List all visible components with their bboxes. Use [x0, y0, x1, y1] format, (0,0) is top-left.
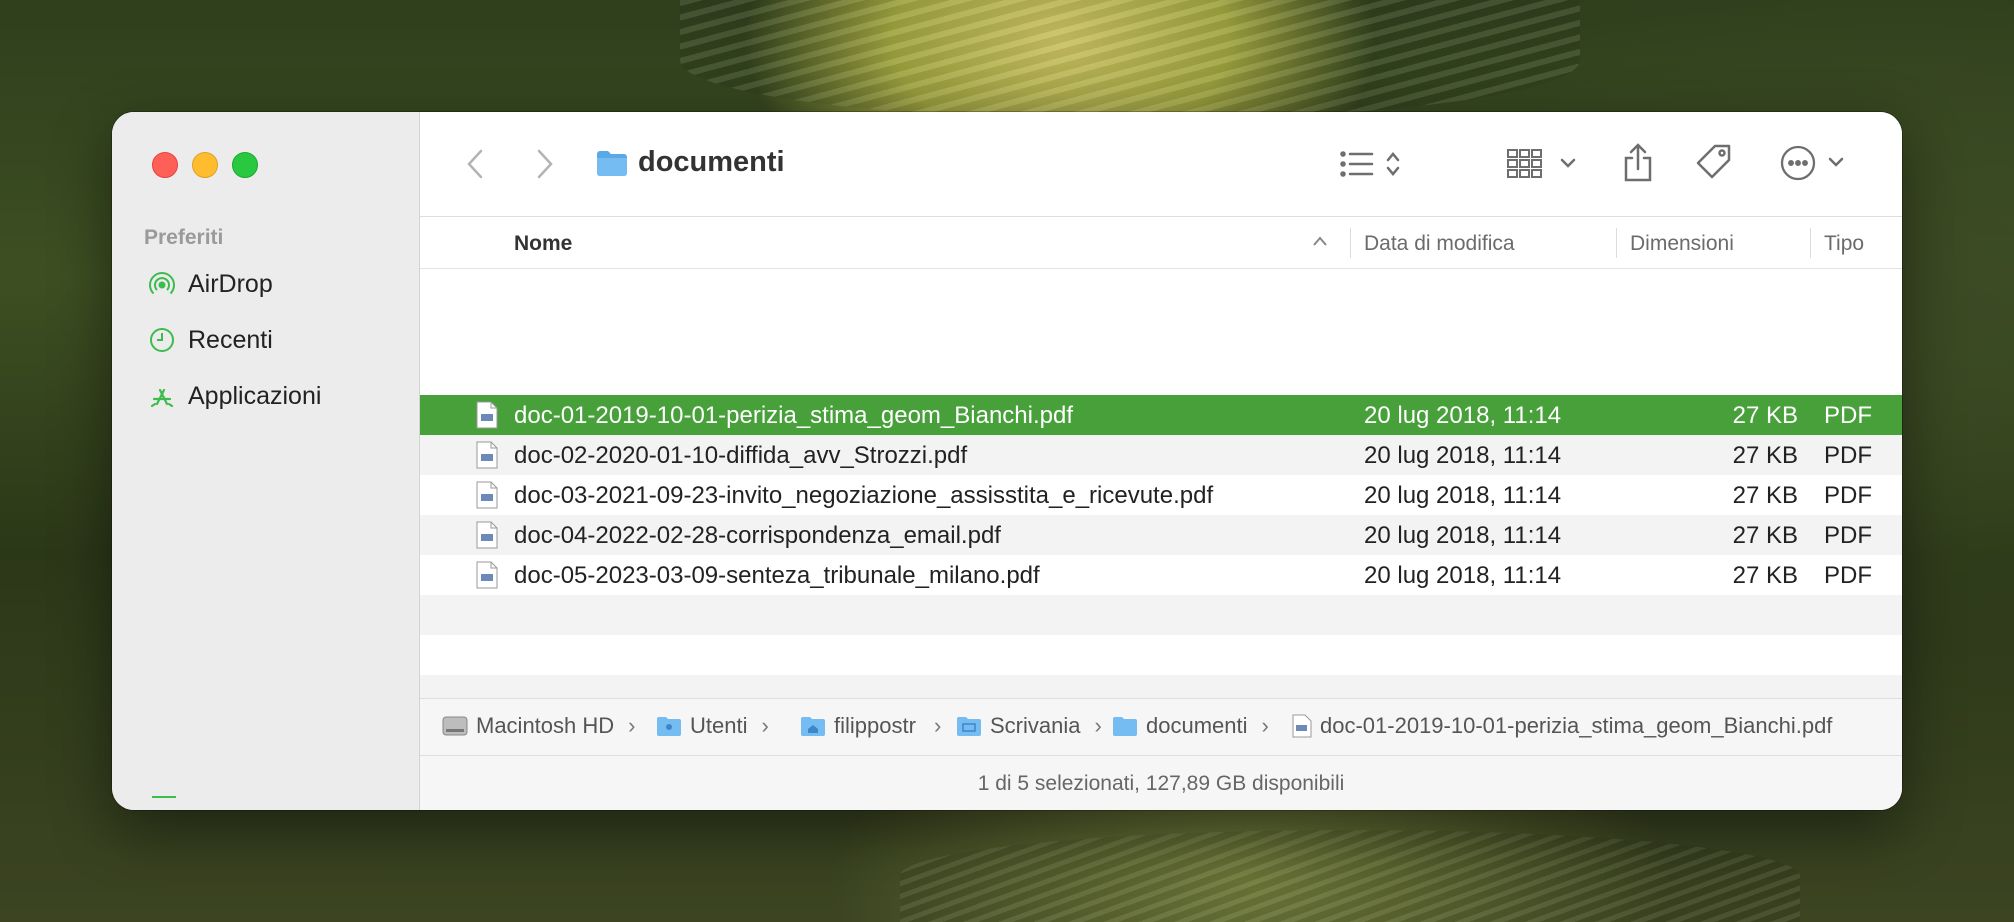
file-type: PDF: [1824, 442, 1872, 469]
pdf-file-icon: [476, 561, 498, 589]
users-folder-icon: [657, 717, 681, 736]
file-name: doc-05-2023-03-09-senteza_tribunale_mila…: [514, 562, 1040, 589]
hard-drive-icon: [442, 716, 468, 736]
sidebar-item-label: AirDrop: [188, 269, 273, 298]
file-row[interactable]: doc-02-2020-01-10-diffida_avv_Strozzi.pd…: [420, 435, 1902, 475]
crumb-utenti[interactable]: Utenti ›: [656, 713, 769, 739]
crumb-label: filippostr: [834, 713, 916, 738]
file-name: doc-04-2022-02-28-corrispondenza_email.p…: [514, 522, 1001, 549]
file-date: 20 lug 2018, 11:14: [1364, 522, 1562, 549]
crumb-home[interactable]: filippostr: [800, 713, 926, 739]
desktop-folder-icon: [957, 717, 981, 736]
pdf-file-icon: [476, 401, 498, 429]
more-actions-icon[interactable]: [1780, 144, 1852, 182]
back-icon[interactable]: [460, 146, 490, 182]
file-date: 20 lug 2018, 11:14: [1364, 402, 1562, 429]
file-size: 27 KB: [1732, 562, 1798, 589]
path-bar: Macintosh HD › Utenti › filippostr › Scriv…: [420, 698, 1902, 755]
column-type[interactable]: Tipo: [1824, 232, 1864, 256]
zoom-button[interactable]: [232, 152, 258, 178]
file-date: 20 lug 2018, 11:14: [1364, 442, 1562, 469]
file-name: doc-02-2020-01-10-diffida_avv_Strozzi.pd…: [514, 442, 968, 469]
sort-ascending-icon[interactable]: [1312, 234, 1328, 248]
file-row[interactable]: doc-04-2022-02-28-corrispondenza_email.p…: [420, 515, 1902, 555]
close-button[interactable]: [152, 152, 178, 178]
chevron-right-icon: ›: [628, 713, 636, 738]
file-type: PDF: [1824, 482, 1872, 509]
crumb-separator: ›: [928, 713, 941, 739]
sidebar-scroll-indicator: [152, 796, 176, 798]
folder-icon: [597, 150, 627, 176]
sidebar-item-airdrop[interactable]: AirDrop: [148, 264, 273, 304]
file-name: doc-03-2021-09-23-invito_negoziazione_as…: [514, 482, 1214, 509]
sidebar-item-applicazioni[interactable]: Applicazioni: [148, 376, 321, 416]
chevron-right-icon: ›: [934, 713, 942, 738]
pdf-file-icon: [476, 441, 498, 469]
file-row[interactable]: doc-03-2021-09-23-invito_negoziazione_as…: [420, 475, 1902, 515]
sidebar-item-recenti[interactable]: Recenti: [148, 320, 273, 360]
column-date[interactable]: Data di modifica: [1364, 232, 1515, 256]
file-row[interactable]: doc-05-2023-03-09-senteza_tribunale_mila…: [420, 555, 1902, 595]
forward-icon[interactable]: [530, 146, 560, 182]
crumb-macintosh-hd[interactable]: Macintosh HD ›: [442, 713, 635, 739]
crumb-selected-file[interactable]: doc-01-2019-10-01-perizia_stima_geom_Bia…: [1292, 713, 1832, 739]
crumb-label: Utenti: [690, 713, 748, 738]
file-size: 27 KB: [1732, 522, 1798, 549]
wallpaper-vineyard-lower: [900, 830, 1800, 922]
file-size: 27 KB: [1732, 442, 1798, 469]
share-icon[interactable]: [1618, 140, 1658, 184]
file-row[interactable]: doc-01-2019-10-01-perizia_stima_geom_Bia…: [420, 395, 1902, 435]
file-type: PDF: [1824, 402, 1872, 429]
crumb-label: documenti: [1146, 713, 1248, 738]
view-options-icon[interactable]: [1338, 146, 1418, 182]
crumb-label: doc-01-2019-10-01-perizia_stima_geom_Bia…: [1320, 713, 1833, 738]
main-pane: documenti Nome Data di modifica Dimensio…: [420, 112, 1902, 810]
tag-icon[interactable]: [1694, 142, 1734, 182]
minimize-button[interactable]: [192, 152, 218, 178]
sidebar: Preferiti AirDrop Recenti Applicazioni: [112, 112, 420, 810]
file-size: 27 KB: [1732, 482, 1798, 509]
file-name: doc-01-2019-10-01-perizia_stima_geom_Bia…: [514, 402, 1073, 429]
airdrop-icon: [149, 272, 175, 295]
file-size: 27 KB: [1732, 402, 1798, 429]
home-folder-icon: [801, 717, 825, 736]
folder-icon: [1113, 717, 1137, 736]
pdf-file-icon: [476, 521, 498, 549]
sidebar-item-label: Recenti: [188, 325, 273, 354]
pdf-file-icon: [1292, 714, 1312, 738]
chevron-right-icon: ›: [1094, 713, 1102, 738]
chevron-right-icon: ›: [761, 713, 769, 738]
applications-icon: [150, 388, 174, 408]
crumb-documenti[interactable]: documenti ›: [1112, 713, 1269, 739]
status-bar: 1 di 5 selezionati, 127,89 GB disponibil…: [420, 755, 1902, 810]
file-date: 20 lug 2018, 11:14: [1364, 562, 1562, 589]
crumb-label: Scrivania: [990, 713, 1081, 738]
sidebar-item-label: Applicazioni: [188, 381, 322, 410]
window-title: documenti: [596, 146, 785, 179]
column-size[interactable]: Dimensioni: [1630, 232, 1734, 256]
pdf-file-icon: [476, 481, 498, 509]
wallpaper-vineyard: [680, 0, 1580, 120]
column-separator[interactable]: [1616, 228, 1617, 258]
sidebar-section-favorites: Preferiti: [144, 226, 224, 249]
chevron-right-icon: ›: [1261, 713, 1269, 738]
column-name[interactable]: Nome: [514, 232, 572, 256]
clock-icon: [150, 328, 174, 352]
file-type: PDF: [1824, 562, 1872, 589]
crumb-label: Macintosh HD: [476, 713, 615, 738]
file-type: PDF: [1824, 522, 1872, 549]
crumb-scrivania[interactable]: Scrivania ›: [956, 713, 1102, 739]
group-by-icon[interactable]: [1506, 146, 1582, 182]
finder-window: Preferiti AirDrop Recenti Applicazioni d…: [112, 112, 1902, 810]
file-date: 20 lug 2018, 11:14: [1364, 482, 1562, 509]
column-header: Nome Data di modifica Dimensioni Tipo: [420, 218, 1902, 269]
column-separator[interactable]: [1810, 228, 1811, 258]
toolbar: documenti: [420, 112, 1902, 217]
empty-row-stripe: [420, 595, 1902, 635]
column-separator[interactable]: [1350, 228, 1351, 258]
window-title-text: documenti: [638, 146, 785, 178]
